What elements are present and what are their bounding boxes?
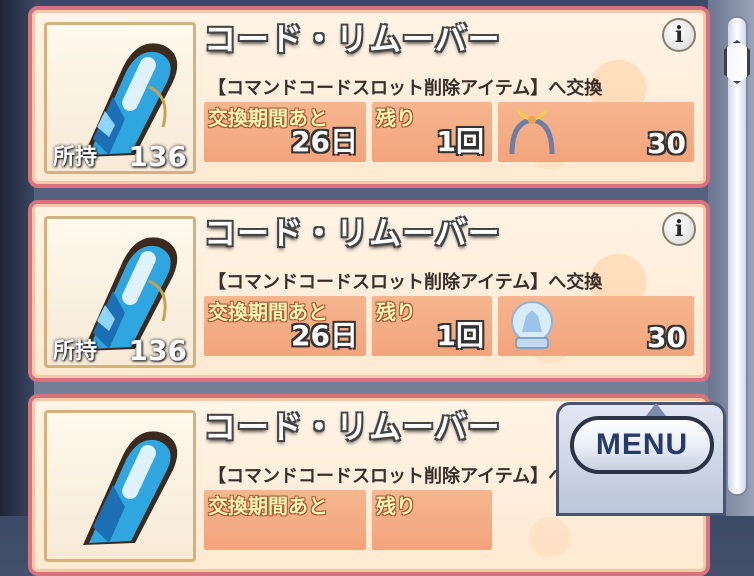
cost-value: 30 bbox=[647, 127, 686, 160]
item-thumbnail: 所持 136 bbox=[44, 216, 196, 368]
remaining-label: 残り bbox=[376, 494, 416, 518]
scrollbar[interactable] bbox=[724, 16, 750, 496]
remaining-value: 1回 bbox=[436, 125, 484, 158]
item-title: コード・リムーバー bbox=[204, 408, 501, 446]
period-value: 26日 bbox=[291, 125, 358, 158]
info-button[interactable]: i bbox=[662, 212, 696, 246]
item-thumbnail: 所持 136 bbox=[44, 22, 196, 174]
exchange-item-card[interactable]: 所持 136 コード・リムーバー i 【コマンドコードスロット削除アイテム】へ交… bbox=[28, 200, 710, 382]
item-description: 【コマンドコードスロット削除アイテム】へ交換 bbox=[208, 78, 603, 99]
remaining-value: 1回 bbox=[436, 319, 484, 352]
item-title: コード・リムーバー bbox=[204, 214, 501, 252]
owned-count: 136 bbox=[128, 334, 187, 367]
code-remover-icon bbox=[83, 431, 178, 545]
snow-globe-icon bbox=[511, 301, 553, 349]
remaining-box: 残り 1回 bbox=[372, 296, 492, 356]
owned-label: 所持 bbox=[53, 145, 98, 170]
info-button[interactable]: i bbox=[662, 18, 696, 52]
exchange-item-card[interactable]: 所持 136 コード・リムーバー i 【コマンドコードスロット削除アイテム】へ交… bbox=[28, 6, 710, 188]
cost-box: 30 bbox=[498, 102, 694, 162]
item-description: 【コマンドコードスロット削除アイテム】へ交換 bbox=[208, 272, 603, 293]
item-description: 【コマンドコードスロット削除アイテム】へ交換 bbox=[208, 466, 603, 487]
period-value: 26日 bbox=[291, 319, 358, 352]
exchange-period-box: 交換期間あと 26日 bbox=[204, 102, 366, 162]
remaining-label: 残り bbox=[376, 106, 416, 130]
cost-value: 30 bbox=[647, 321, 686, 354]
owned-label: 所持 bbox=[53, 339, 98, 364]
remaining-box: 残り 1回 bbox=[372, 102, 492, 162]
item-title: コード・リムーバー bbox=[204, 20, 501, 58]
item-thumbnail bbox=[44, 410, 196, 562]
cost-box: 30 bbox=[498, 296, 694, 356]
winged-headband-icon bbox=[509, 108, 555, 155]
owned-count: 136 bbox=[128, 140, 187, 173]
scrollbar-thumb[interactable] bbox=[724, 40, 750, 84]
exchange-period-box: 交換期間あと 26日 bbox=[204, 296, 366, 356]
exchange-period-box: 交換期間あと bbox=[204, 490, 366, 550]
remaining-label: 残り bbox=[376, 300, 416, 324]
menu-button[interactable]: MENU bbox=[570, 416, 714, 474]
period-label: 交換期間あと bbox=[208, 494, 328, 518]
remaining-box: 残り bbox=[372, 490, 492, 550]
